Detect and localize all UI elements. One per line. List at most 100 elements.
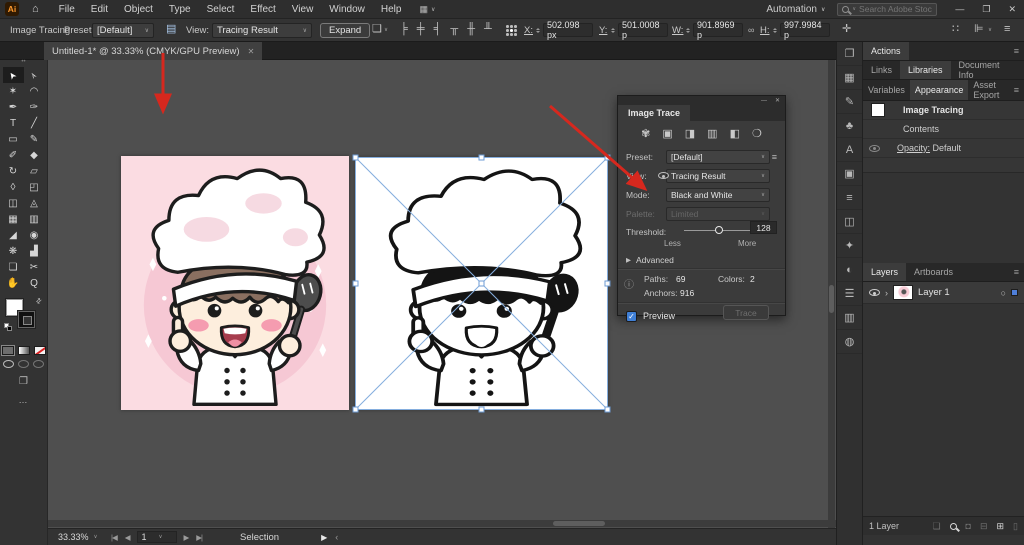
tool-pen[interactable]: ✒ bbox=[3, 99, 24, 115]
layer-name[interactable]: Layer 1 bbox=[918, 287, 950, 298]
advanced-row[interactable]: ▶ Advanced bbox=[626, 252, 777, 267]
tool-column-graph[interactable]: ▟ bbox=[24, 243, 45, 259]
tool-pencil[interactable]: ✐ bbox=[3, 147, 24, 163]
layer-selection-chip[interactable] bbox=[1011, 289, 1018, 296]
trace-mode-icon-low-color[interactable]: ◨ bbox=[685, 127, 695, 140]
threshold-slider[interactable] bbox=[684, 226, 754, 234]
tool-curvature[interactable]: ✑ bbox=[24, 99, 45, 115]
traced-chef-image[interactable] bbox=[355, 157, 608, 410]
eye-icon[interactable] bbox=[658, 172, 669, 179]
last-artboard-icon[interactable]: ▶| bbox=[196, 533, 203, 542]
tool-perspective-grid[interactable]: ◬ bbox=[24, 195, 45, 211]
panel-menu-icon[interactable]: ≡ bbox=[1014, 85, 1024, 95]
first-artboard-icon[interactable]: |◀ bbox=[111, 533, 118, 542]
minimize-button[interactable]: — bbox=[955, 4, 964, 14]
control-bar-menu-icon[interactable]: ≡ bbox=[1004, 24, 1010, 35]
expand-button[interactable]: Expand bbox=[320, 23, 371, 38]
tab-actions[interactable]: Actions bbox=[863, 42, 909, 60]
new-layer-icon[interactable]: ⊞ bbox=[997, 521, 1005, 532]
tool-artboard[interactable]: ❏ bbox=[3, 259, 24, 275]
layer-visibility-icon[interactable] bbox=[869, 289, 880, 296]
artboard-number-field[interactable]: 1 ∨ bbox=[136, 531, 177, 543]
view-dropdown[interactable]: Tracing Result ∨ bbox=[666, 168, 770, 183]
tool-slice[interactable]: ✂ bbox=[24, 259, 45, 275]
tool-scale[interactable]: ▱ bbox=[24, 163, 45, 179]
appearance-row-image-tracing[interactable]: Image Tracing bbox=[863, 101, 1024, 120]
dock-panel-icon-gradient[interactable]: ▥ bbox=[837, 306, 862, 330]
menu-item-type[interactable]: Type bbox=[169, 4, 191, 15]
grid-options-icon[interactable]: ∷ bbox=[952, 24, 959, 35]
dock-panel-icon-swatches[interactable]: ▦ bbox=[837, 66, 862, 90]
workspace-switcher[interactable]: Automation ∨ bbox=[766, 4, 825, 15]
layer-row[interactable]: › Layer 1 ○ bbox=[863, 282, 1024, 304]
w-label[interactable]: W: bbox=[672, 25, 683, 36]
h-label[interactable]: H: bbox=[760, 25, 770, 36]
align-options-icon[interactable]: ⊫ bbox=[974, 24, 984, 35]
layer-expand-icon[interactable]: › bbox=[885, 288, 888, 298]
tab-variables[interactable]: Variables bbox=[863, 80, 910, 100]
mode-dropdown[interactable]: Black and White ∨ bbox=[666, 187, 770, 202]
zoom-level-dropdown[interactable]: 33.33% ∨ bbox=[55, 531, 107, 543]
new-sublayer-icon[interactable]: ⊟ bbox=[980, 521, 988, 532]
horizontal-scrollbar[interactable] bbox=[48, 520, 836, 527]
dock-panel-icon-transparency[interactable]: ◍ bbox=[837, 330, 862, 354]
document-tab[interactable]: Untitled-1* @ 33.33% (CMYK/GPU Preview) … bbox=[44, 42, 263, 60]
tab-document-info[interactable]: Document Info bbox=[951, 60, 1024, 80]
tab-libraries[interactable]: Libraries bbox=[900, 61, 951, 79]
w-field[interactable]: 901.8969 p bbox=[686, 20, 743, 40]
menu-item-help[interactable]: Help bbox=[381, 4, 402, 15]
menu-item-view[interactable]: View bbox=[292, 4, 314, 15]
menu-item-effect[interactable]: Effect bbox=[250, 4, 275, 15]
dock-panel-icon-transform[interactable]: ▣ bbox=[837, 162, 862, 186]
collect-for-export-icon[interactable]: ❏ bbox=[932, 521, 940, 532]
eye-icon[interactable] bbox=[869, 144, 880, 152]
tool-symbol-sprayer[interactable]: ❋ bbox=[3, 243, 24, 259]
tool-paintbrush[interactable]: ✎ bbox=[24, 131, 45, 147]
menu-item-object[interactable]: Object bbox=[124, 4, 153, 15]
original-chef-image[interactable] bbox=[121, 156, 349, 410]
close-panel-icon[interactable]: ✕ bbox=[775, 97, 780, 104]
tab-artboards[interactable]: Artboards bbox=[906, 263, 961, 281]
tab-appearance[interactable]: Appearance bbox=[909, 80, 969, 100]
image-trace-panel-toggle-icon[interactable]: ▤ bbox=[166, 24, 176, 35]
layer-thumbnail[interactable] bbox=[893, 285, 913, 300]
trace-mode-icon-auto-color[interactable]: ✾ bbox=[641, 127, 650, 140]
dock-panel-icon-artboards[interactable]: ❐ bbox=[837, 42, 862, 66]
tool-free-transform[interactable]: ◰ bbox=[24, 179, 45, 195]
stock-search[interactable]: ∨ bbox=[837, 2, 938, 16]
w-value[interactable]: 901.8969 p bbox=[693, 20, 743, 40]
dock-panel-icon-glyphs[interactable]: A bbox=[837, 138, 862, 162]
next-artboard-icon[interactable]: ▶ bbox=[184, 533, 190, 542]
layer-target-icon[interactable]: ○ bbox=[1001, 288, 1006, 298]
align-icon-align-top[interactable]: ╥ bbox=[450, 23, 458, 35]
view-dropdown[interactable]: Tracing Result ∨ bbox=[212, 23, 312, 38]
dock-panel-icon-align[interactable]: ≡ bbox=[837, 186, 862, 210]
appearance-row-contents[interactable]: Contents bbox=[863, 120, 1024, 139]
preset-menu-icon[interactable]: ≡ bbox=[772, 152, 777, 162]
tool-mesh[interactable]: ▦ bbox=[3, 211, 24, 227]
preset-dropdown[interactable]: [Default] ∨ bbox=[92, 23, 154, 38]
tab-links[interactable]: Links bbox=[863, 61, 900, 79]
arrange-documents-icon[interactable]: ▦ ∨ bbox=[419, 4, 435, 15]
toolbar-drag-dots[interactable]: •• bbox=[0, 59, 47, 67]
close-tab-icon[interactable]: ✕ bbox=[248, 47, 255, 56]
tool-selection[interactable]: ➤ bbox=[2, 67, 24, 83]
trace-mode-icon-black-and-white[interactable]: ◧ bbox=[730, 127, 740, 140]
tool-type[interactable]: T bbox=[3, 115, 24, 131]
tool-gradient[interactable]: ▥ bbox=[24, 211, 45, 227]
document-setup-icon[interactable]: ❏ bbox=[372, 24, 382, 35]
tool-rectangle[interactable]: ▭ bbox=[3, 131, 24, 147]
advanced-expander-icon[interactable]: ▶ bbox=[626, 256, 631, 264]
menu-item-edit[interactable]: Edit bbox=[91, 4, 108, 15]
restore-button[interactable]: ❐ bbox=[982, 4, 990, 15]
dock-panel-icon-brushes[interactable]: ✎ bbox=[837, 90, 862, 114]
appearance-swatch[interactable] bbox=[871, 103, 885, 117]
tool-hand[interactable]: ✋ bbox=[3, 275, 24, 291]
align-icon-align-center[interactable]: ╪ bbox=[417, 23, 425, 35]
transform-icon[interactable]: ✛ bbox=[842, 24, 851, 35]
image-trace-tab[interactable]: Image Trace bbox=[618, 105, 691, 121]
tool-magic-wand[interactable]: ✶ bbox=[3, 83, 24, 99]
dock-panel-icon-pathfinder[interactable]: ◫ bbox=[837, 210, 862, 234]
dock-panel-icon-symbols[interactable]: ♣ bbox=[837, 114, 862, 138]
trace-mode-icon-high-color[interactable]: ▣ bbox=[662, 127, 672, 140]
